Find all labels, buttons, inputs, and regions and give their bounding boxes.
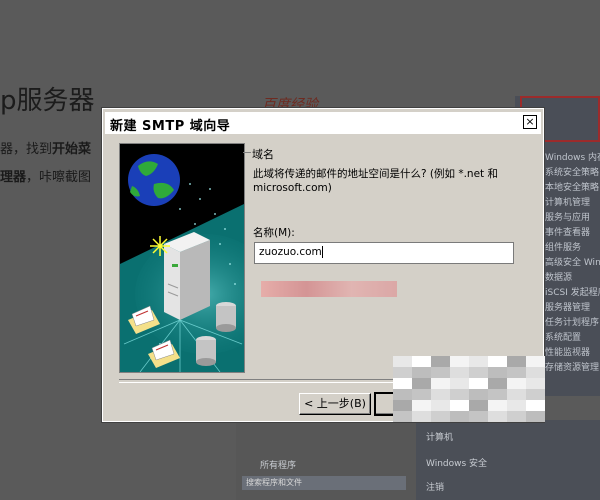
mosaic-block <box>469 400 488 411</box>
dialog-titlebar[interactable]: 新建 SMTP 域向导 × <box>105 112 541 134</box>
name-field-label: 名称(M): <box>253 227 295 239</box>
mosaic-block <box>450 378 469 389</box>
admin-tool-item[interactable]: 计算机管理 <box>545 195 590 208</box>
mosaic-block <box>412 356 431 367</box>
mosaic-block <box>526 400 545 411</box>
start-menu-windows-security[interactable]: Windows 安全 <box>426 456 487 469</box>
mosaic-block <box>412 367 431 378</box>
mosaic-block <box>450 356 469 367</box>
globe-server-mail-illustration <box>120 144 244 372</box>
admin-tool-item[interactable]: 服务器管理 <box>545 300 590 313</box>
mosaic-block <box>469 367 488 378</box>
mosaic-block <box>393 378 412 389</box>
pixelated-redaction <box>393 356 545 422</box>
mosaic-block <box>469 389 488 400</box>
mosaic-block <box>393 411 412 422</box>
mosaic-block <box>393 400 412 411</box>
section-title: 域名 <box>252 148 274 161</box>
admin-tool-item[interactable]: 任务计划程序 <box>545 315 599 328</box>
mosaic-block <box>450 411 469 422</box>
mosaic-block <box>507 400 526 411</box>
mosaic-block <box>507 356 526 367</box>
mosaic-block <box>526 356 545 367</box>
mosaic-block <box>526 367 545 378</box>
admin-tool-item[interactable]: 系统配置 <box>545 330 581 343</box>
mosaic-block <box>431 356 450 367</box>
mosaic-block <box>431 389 450 400</box>
mosaic-block <box>488 367 507 378</box>
admin-tool-item[interactable]: 事件查看器 <box>545 225 590 238</box>
admin-tool-item[interactable]: 存储资源管理 <box>545 360 599 373</box>
mosaic-block <box>450 400 469 411</box>
mosaic-block <box>526 411 545 422</box>
admin-tool-item[interactable]: 本地安全策略 <box>545 180 599 193</box>
background-start-menu: 所有程序 搜索程序和文件 计算机 Windows 安全 注销 <box>236 420 600 500</box>
mosaic-block <box>507 367 526 378</box>
mosaic-block <box>488 411 507 422</box>
admin-tool-item[interactable]: 高级安全 Win <box>545 255 600 268</box>
section-divider <box>243 152 251 153</box>
mosaic-block <box>526 378 545 389</box>
mosaic-block <box>469 378 488 389</box>
admin-tool-item[interactable]: 服务与应用 <box>545 210 590 223</box>
admin-tool-item[interactable]: 组件服务 <box>545 240 581 253</box>
mosaic-block <box>393 389 412 400</box>
admin-tool-item[interactable]: iSCSI 发起程序 <box>545 285 600 298</box>
domain-question-text: 此域将传递的邮件的地址空间是什么? (例如 *.net 和 microsoft.… <box>253 168 499 194</box>
dialog-title: 新建 SMTP 域向导 <box>110 119 231 134</box>
mosaic-block <box>393 356 412 367</box>
mosaic-block <box>450 367 469 378</box>
close-button[interactable]: × <box>523 115 537 129</box>
domain-name-input[interactable]: zuozuo.com <box>254 242 514 264</box>
mosaic-block <box>526 389 545 400</box>
background-line2-rest: ，咔嚓截图 <box>26 170 92 185</box>
mosaic-block <box>488 356 507 367</box>
admin-tool-item[interactable]: 系统安全策略 <box>545 165 599 178</box>
mosaic-block <box>507 389 526 400</box>
back-button[interactable]: < 上一步(B) <box>299 393 371 415</box>
start-search-input[interactable]: 搜索程序和文件 <box>242 476 406 490</box>
admin-tool-item[interactable]: 数据源 <box>545 270 572 283</box>
mosaic-block <box>431 411 450 422</box>
mosaic-block <box>412 378 431 389</box>
mosaic-block <box>412 411 431 422</box>
mosaic-block <box>507 378 526 389</box>
mosaic-block <box>431 400 450 411</box>
mosaic-block <box>469 411 488 422</box>
mosaic-block <box>412 400 431 411</box>
mosaic-block <box>469 356 488 367</box>
admin-tool-item[interactable]: 性能监视器 <box>545 345 590 358</box>
mosaic-block <box>488 378 507 389</box>
background-heading: p服务器 <box>0 86 95 116</box>
background-line1-prefix: 器，找到 <box>0 142 53 157</box>
redacted-annotation <box>261 281 397 297</box>
text-caret <box>321 246 323 258</box>
mosaic-block <box>507 411 526 422</box>
background-line2-bold: 理器 <box>0 170 27 185</box>
domain-name-value: zuozuo.com <box>259 246 322 258</box>
mosaic-block <box>488 389 507 400</box>
start-menu-computer[interactable]: 计算机 <box>426 430 453 443</box>
mosaic-block <box>488 400 507 411</box>
mosaic-block <box>431 367 450 378</box>
mosaic-block <box>412 389 431 400</box>
close-icon: × <box>525 115 535 128</box>
start-menu-logoff[interactable]: 注销 <box>426 480 444 493</box>
all-programs-link[interactable]: 所有程序 <box>260 458 296 471</box>
mosaic-block <box>450 389 469 400</box>
mosaic-block <box>431 378 450 389</box>
background-text-line2: 理器，咔嚓截图 <box>0 166 91 185</box>
mosaic-block <box>393 367 412 378</box>
background-line1-bold: 开始菜 <box>52 142 92 157</box>
wizard-illustration <box>119 143 245 373</box>
background-text-line1: 器，找到开始菜 <box>0 138 91 157</box>
admin-tool-item[interactable]: Windows 内存 <box>545 150 600 163</box>
